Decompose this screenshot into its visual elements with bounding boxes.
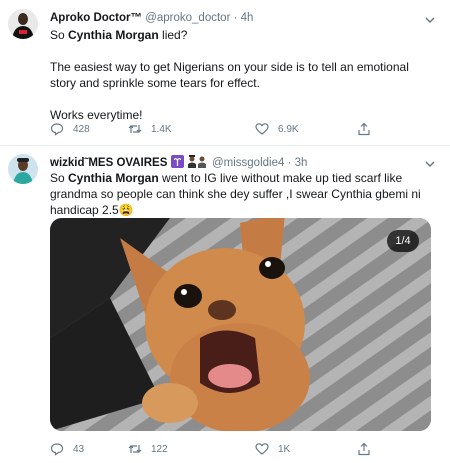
timestamp[interactable]: 4h: [241, 12, 254, 24]
tweet-text: So Cynthia Morgan lied? The easiest way …: [50, 27, 436, 123]
reply-count: 43: [73, 443, 85, 455]
separator: ·: [287, 157, 292, 169]
like-button[interactable]: 6.9K: [255, 120, 299, 138]
share-button[interactable]: [357, 440, 380, 458]
retweet-button[interactable]: 1.4K: [128, 120, 172, 138]
user-handle[interactable]: @aproko_doctor: [145, 12, 230, 24]
bold-name: Cynthia Morgan: [68, 171, 159, 185]
tweet-media-photo[interactable]: 1/4: [50, 218, 431, 431]
share-button[interactable]: [357, 120, 380, 138]
like-count: 1K: [278, 443, 291, 455]
tweet-header: Aproko Doctor™ @aproko_doctor · 4h: [50, 11, 420, 25]
media-counter: 1/4: [387, 230, 419, 252]
display-name[interactable]: Aproko Doctor™: [50, 12, 142, 24]
avatar[interactable]: [8, 9, 38, 39]
tweet-actions: 43 122 1K: [50, 440, 436, 458]
share-icon: [358, 122, 370, 136]
like-icon: [255, 443, 269, 455]
chevron-down-icon[interactable]: [424, 158, 436, 170]
reply-icon: [50, 123, 64, 136]
avatar[interactable]: [8, 154, 38, 184]
retweet-icon: [128, 445, 142, 453]
retweet-button[interactable]: 122: [128, 440, 168, 458]
tweet-line: So Cynthia Morgan lied?: [50, 28, 188, 42]
bold-name: Cynthia Morgan: [68, 28, 159, 42]
tweet-aproko-doctor[interactable]: Aproko Doctor™ @aproko_doctor · 4h So Cy…: [0, 0, 450, 146]
display-name[interactable]: wizkid˜MES OVAIRES: [50, 157, 167, 169]
like-icon: [255, 123, 269, 135]
retweet-count: 1.4K: [151, 123, 172, 135]
tweet-line: The easiest way to get Nigerians on your…: [50, 60, 409, 90]
like-count: 6.9K: [278, 123, 299, 135]
timestamp[interactable]: 3h: [295, 157, 308, 169]
chevron-down-icon[interactable]: [424, 14, 436, 26]
share-icon: [358, 442, 370, 456]
tweet-line: So Cynthia Morgan went to IG live withou…: [50, 171, 421, 217]
like-button[interactable]: 1K: [255, 440, 290, 458]
reply-icon: [50, 443, 64, 456]
tweet-text: So Cynthia Morgan went to IG live withou…: [50, 170, 436, 218]
dog-photo: [50, 218, 431, 431]
reply-button[interactable]: 43: [50, 440, 84, 458]
retweet-icon: [128, 125, 142, 133]
reply-button[interactable]: 428: [50, 120, 90, 138]
reply-count: 428: [73, 123, 90, 135]
user-handle[interactable]: @missgoldie4: [212, 157, 284, 169]
separator: ·: [233, 12, 238, 24]
tweet-missgoldie4[interactable]: wizkid˜MES OVAIRES @missgoldie4 · 3h So …: [0, 146, 450, 463]
retweet-count: 122: [151, 443, 168, 455]
tweet-actions: 428 1.4K 6.9K: [50, 120, 436, 138]
